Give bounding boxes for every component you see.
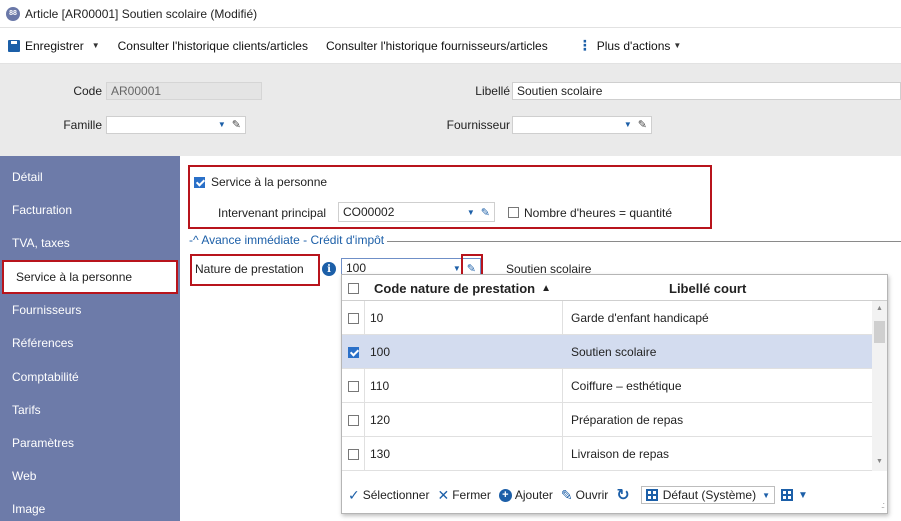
code-label: Code bbox=[73, 84, 102, 98]
checkmark-icon: ✓ bbox=[348, 486, 360, 503]
nature-label: Nature de prestation bbox=[195, 262, 304, 276]
dropdown-arrow-icon: ▼ bbox=[762, 490, 770, 500]
table-row[interactable]: 100 Soutien scolaire bbox=[342, 335, 872, 369]
grid-layout-icon bbox=[645, 489, 658, 501]
famille-combo[interactable]: ▼ ✎ bbox=[106, 116, 246, 134]
fournisseur-combo[interactable]: ▼ ✎ bbox=[512, 116, 652, 134]
table-row[interactable]: 120 Préparation de repas bbox=[342, 403, 872, 437]
intervenant-combo[interactable]: CO00002 ▼ ✎ bbox=[338, 202, 495, 222]
dropdown-arrow-icon[interactable]: ▼ bbox=[453, 264, 461, 273]
sidebar: Détail Facturation TVA, taxes Service à … bbox=[0, 156, 180, 521]
chevron-down-icon[interactable]: ▼ bbox=[92, 41, 100, 50]
service-checkbox[interactable] bbox=[194, 177, 205, 188]
sidebar-item-comptabilite[interactable]: Comptabilité bbox=[0, 362, 180, 392]
scrollbar-thumb[interactable] bbox=[874, 321, 885, 343]
resize-grip-icon[interactable]: .: bbox=[881, 500, 885, 510]
column-header-libelle[interactable]: Libellé court bbox=[669, 275, 769, 301]
title-bar: 88 Article [AR00001] Soutien scolaire (M… bbox=[0, 0, 901, 28]
libelle-field[interactable]: Soutien scolaire bbox=[512, 82, 901, 100]
sort-ascending-icon: ▲ bbox=[541, 282, 551, 294]
libelle-label: Libellé bbox=[475, 84, 510, 98]
plus-circle-icon: + bbox=[498, 488, 512, 502]
nature-dropdown-popup: Code nature de prestation ▲ Libellé cour… bbox=[341, 274, 888, 514]
row-checkbox[interactable] bbox=[348, 414, 359, 426]
floppy-disk-icon bbox=[8, 39, 20, 52]
open-button[interactable]: ✎ Ouvrir bbox=[561, 487, 608, 504]
pencil-icon: ✎ bbox=[560, 486, 573, 503]
app-logo-icon: 88 bbox=[6, 6, 20, 21]
dropdown-arrow-icon[interactable]: ▼ bbox=[467, 208, 475, 217]
table-row[interactable]: 10 Garde d'enfant handicapé bbox=[342, 301, 872, 335]
sidebar-item-parametres[interactable]: Paramètres bbox=[0, 428, 180, 458]
select-button[interactable]: ✓ Sélectionner bbox=[348, 487, 429, 504]
layout-select[interactable]: Défaut (Système) ▼ bbox=[640, 486, 775, 504]
row-checkbox[interactable] bbox=[348, 380, 359, 392]
close-button[interactable]: ✕ Fermer bbox=[437, 487, 490, 504]
row-checkbox[interactable] bbox=[348, 448, 359, 460]
intervenant-label: Intervenant principal bbox=[218, 206, 327, 220]
sidebar-item-image[interactable]: Image bbox=[0, 494, 180, 521]
scroll-up-icon[interactable]: ▲ bbox=[876, 305, 883, 312]
sidebar-item-tva[interactable]: TVA, taxes bbox=[0, 228, 180, 258]
more-actions-button[interactable]: ⋮ Plus d'actions ▼ bbox=[578, 37, 682, 54]
row-libelle: Préparation de repas bbox=[571, 413, 684, 427]
sidebar-item-references[interactable]: Références bbox=[0, 328, 180, 358]
row-code: 120 bbox=[370, 413, 391, 427]
pencil-icon[interactable]: ✎ bbox=[638, 118, 647, 131]
refresh-icon: ↻ bbox=[616, 487, 630, 504]
avance-group-toggle[interactable]: -^ Avance immédiate - Crédit d'impôt bbox=[186, 233, 388, 247]
service-checkbox-label: Service à la personne bbox=[211, 175, 328, 189]
row-libelle: Soutien scolaire bbox=[571, 345, 657, 359]
pencil-icon[interactable]: ✎ bbox=[232, 118, 241, 131]
row-code: 130 bbox=[370, 447, 391, 461]
table-row[interactable]: 110 Coiffure – esthétique bbox=[342, 369, 872, 403]
scroll-down-icon[interactable]: ▼ bbox=[876, 458, 883, 465]
row-code: 10 bbox=[370, 311, 384, 325]
pencil-icon[interactable]: ✎ bbox=[481, 206, 490, 219]
highlight-dropdown-arrow bbox=[461, 254, 483, 276]
history-clients-button[interactable]: Consulter l'historique clients/articles bbox=[118, 39, 308, 53]
info-icon[interactable]: i bbox=[322, 262, 336, 276]
sidebar-item-facturation[interactable]: Facturation bbox=[0, 195, 180, 225]
row-libelle: Coiffure – esthétique bbox=[571, 379, 682, 393]
fournisseur-label: Fournisseur bbox=[446, 118, 510, 132]
add-button[interactable]: + Ajouter bbox=[498, 488, 553, 502]
chevron-down-icon: ▼ bbox=[673, 41, 682, 50]
columns-config-button[interactable]: ▼ bbox=[781, 489, 808, 501]
grid-layout-icon bbox=[781, 489, 793, 501]
close-icon: ✕ bbox=[437, 486, 450, 503]
header-panel: Code AR00001 Libellé Soutien scolaire Fa… bbox=[0, 64, 901, 156]
window-title: Article [AR00001] Soutien scolaire (Modi… bbox=[25, 6, 258, 21]
sidebar-item-web[interactable]: Web bbox=[0, 461, 180, 491]
row-checkbox[interactable] bbox=[348, 346, 359, 358]
sidebar-item-tarifs[interactable]: Tarifs bbox=[0, 395, 180, 425]
code-field: AR00001 bbox=[106, 82, 262, 100]
row-code: 110 bbox=[370, 379, 390, 393]
row-checkbox[interactable] bbox=[348, 312, 359, 324]
sidebar-item-fournisseurs[interactable]: Fournisseurs bbox=[0, 295, 180, 325]
row-libelle: Livraison de repas bbox=[571, 447, 670, 461]
sidebar-item-detail[interactable]: Détail bbox=[0, 162, 180, 192]
hours-checkbox-label: Nombre d'heures = quantité bbox=[524, 206, 673, 220]
refresh-button[interactable]: ↻ bbox=[616, 485, 632, 505]
column-header-code[interactable]: Code nature de prestation ▲ bbox=[374, 275, 574, 301]
more-vertical-icon: ⋮ bbox=[577, 37, 592, 53]
row-libelle: Garde d'enfant handicapé bbox=[571, 311, 709, 325]
toolbar: Enregistrer ▼ Consulter l'historique cli… bbox=[0, 28, 901, 64]
dropdown-arrow-icon[interactable]: ▼ bbox=[218, 120, 226, 129]
row-code: 100 bbox=[370, 345, 391, 359]
famille-label: Famille bbox=[63, 118, 102, 132]
grid-header: Code nature de prestation ▲ Libellé cour… bbox=[342, 275, 887, 301]
sidebar-item-service-personne[interactable]: Service à la personne bbox=[2, 260, 178, 294]
dropdown-arrow-icon[interactable]: ▼ bbox=[624, 120, 632, 129]
grid-scrollbar[interactable]: ▲ ▼ bbox=[872, 301, 887, 471]
save-button[interactable]: Enregistrer ▼ bbox=[8, 39, 100, 53]
popup-footer: ✓ Sélectionner ✕ Fermer + Ajouter ✎ Ouvr… bbox=[342, 480, 887, 510]
select-all-checkbox[interactable] bbox=[348, 282, 359, 294]
history-suppliers-button[interactable]: Consulter l'historique fournisseurs/arti… bbox=[326, 39, 548, 53]
hours-checkbox[interactable] bbox=[508, 207, 519, 218]
chevron-down-icon: ▼ bbox=[798, 489, 808, 501]
table-row[interactable]: 130 Livraison de repas bbox=[342, 437, 872, 471]
